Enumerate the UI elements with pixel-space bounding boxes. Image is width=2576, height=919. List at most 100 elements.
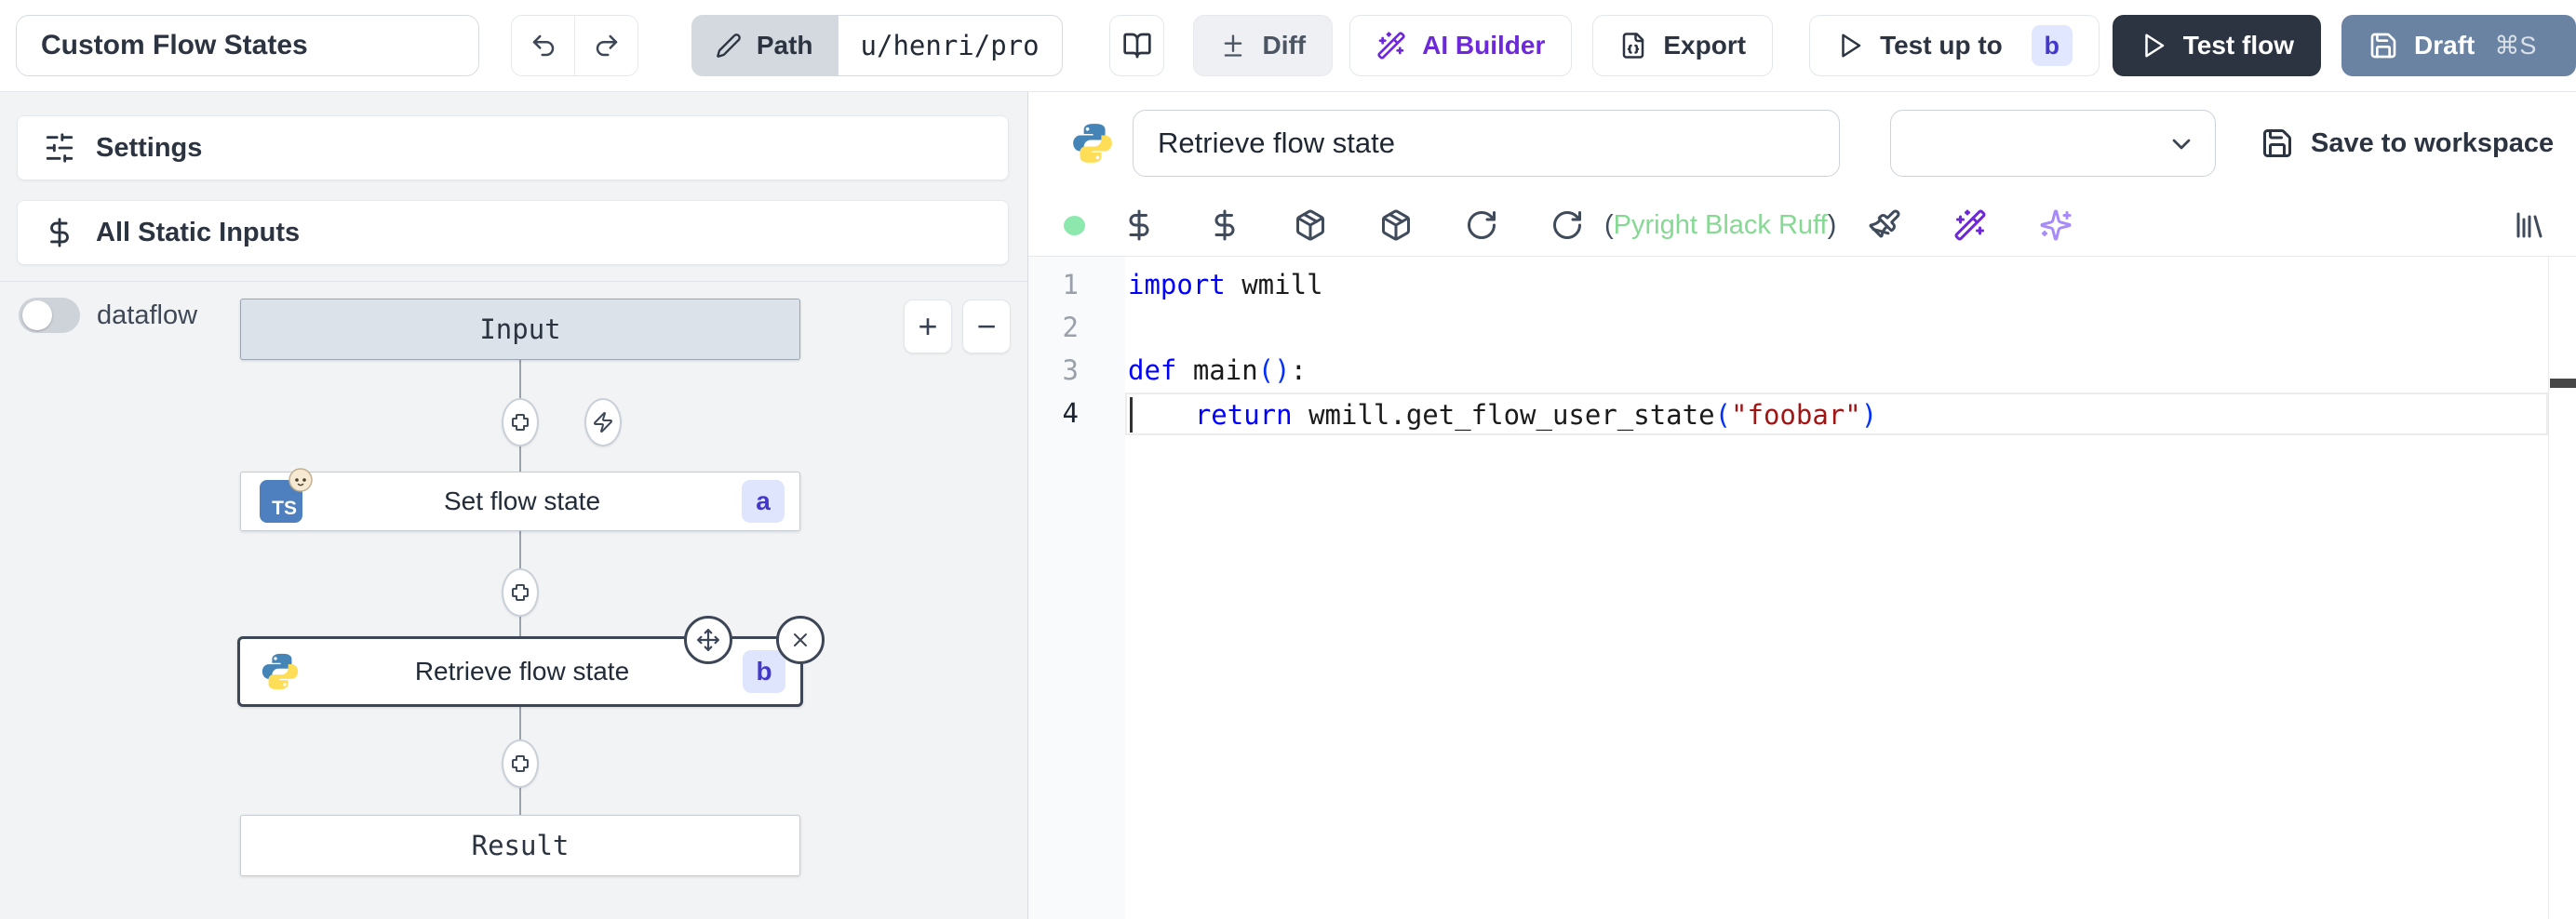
test-up-to-step-badge: b — [2032, 25, 2073, 66]
cross-icon — [509, 581, 531, 604]
sliders-icon — [44, 132, 75, 164]
insert-step-button[interactable] — [502, 568, 539, 617]
lsp-status-dot — [1064, 216, 1085, 235]
code-assistants-status: (Pyright Black Ruff) — [1604, 210, 1836, 241]
paintbrush-icon — [1868, 208, 1901, 242]
pencil-icon — [716, 33, 742, 59]
settings-card[interactable]: Settings — [17, 115, 1009, 180]
move-icon — [696, 628, 720, 652]
reload-button[interactable] — [1465, 208, 1498, 242]
step-node-a[interactable]: TS Set flow state a — [240, 472, 800, 531]
editor-scrollbar[interactable] — [2548, 257, 2576, 919]
library-icon — [2513, 208, 2546, 242]
zoom-out-button[interactable]: − — [962, 300, 1011, 353]
graph-divider — [0, 281, 1027, 282]
code-editor[interactable]: 1234 import wmilldef main(): return wmil… — [1028, 257, 2576, 919]
result-node[interactable]: Result — [240, 815, 800, 876]
zoom-in-button[interactable]: + — [904, 300, 952, 353]
bolt-icon — [592, 411, 614, 433]
insert-step-button[interactable] — [502, 739, 539, 788]
insert-step-button[interactable] — [502, 398, 539, 446]
all-static-inputs-card[interactable]: All Static Inputs — [17, 200, 1009, 265]
gutter: 1234 — [1028, 257, 1125, 919]
python-icon — [1069, 120, 1116, 166]
dollar-icon — [44, 217, 75, 248]
redo-button[interactable] — [574, 16, 637, 75]
path-button[interactable]: Path u/henri/pro — [691, 15, 1063, 76]
undo-button[interactable] — [512, 16, 574, 75]
main-area: Settings All Static Inputs dataflow + − — [0, 92, 2576, 919]
dollar-icon — [1208, 208, 1241, 242]
code-line: import wmill — [1125, 264, 2548, 307]
step-editor-panel: Save to workspace — [1028, 92, 2576, 919]
step-label: Set flow state — [302, 486, 742, 516]
chevron-down-icon — [2167, 129, 2196, 159]
file-json-icon — [1619, 32, 1647, 60]
typescript-bun-icon: TS — [260, 480, 302, 523]
play-icon — [2140, 32, 2167, 60]
ai-builder-button[interactable]: AI Builder — [1349, 15, 1572, 76]
dataflow-toggle[interactable] — [19, 298, 80, 333]
save-icon — [2368, 31, 2398, 60]
flow-graph-panel: Settings All Static Inputs dataflow + − — [0, 92, 1028, 919]
undo-icon — [530, 32, 557, 60]
add-variable-button[interactable] — [1122, 208, 1156, 242]
diff-button[interactable]: Diff — [1193, 15, 1333, 76]
wand-sparkles-icon — [1953, 208, 1987, 242]
refresh-icon — [1465, 208, 1498, 242]
ai-edit-button[interactable] — [1953, 208, 1987, 242]
move-node-button[interactable] — [684, 616, 732, 664]
dollar-icon — [1122, 208, 1156, 242]
docs-button[interactable] — [1109, 15, 1165, 76]
test-flow-button[interactable]: Test flow — [2113, 15, 2321, 76]
add-resource-button[interactable] — [1208, 208, 1241, 242]
code-line: def main(): — [1125, 350, 2548, 393]
package-icon — [1379, 208, 1413, 242]
sparkles-icon — [2039, 208, 2073, 242]
step-label: Retrieve flow state — [302, 657, 743, 686]
package-icon — [1294, 208, 1327, 242]
bun-icon — [288, 467, 314, 493]
draft-shortcut: ⌘S — [2494, 32, 2536, 60]
step-id-badge: b — [743, 650, 785, 693]
undo-redo-group — [511, 15, 638, 76]
redo-icon — [593, 32, 621, 60]
refresh-icon — [1550, 208, 1584, 242]
explore-packages-button[interactable] — [1294, 208, 1327, 242]
workspace-script-select[interactable] — [1890, 110, 2216, 177]
reset-assistant-button[interactable] — [1550, 208, 1584, 242]
library-button[interactable] — [2513, 208, 2546, 242]
toggle-knob — [22, 300, 52, 330]
flow-name-input[interactable] — [16, 15, 479, 76]
book-open-icon — [1122, 31, 1152, 60]
save-icon — [2261, 127, 2294, 160]
export-button[interactable]: Export — [1592, 15, 1773, 76]
code-line — [1125, 307, 2548, 350]
cross-icon — [509, 753, 531, 775]
x-icon — [789, 629, 812, 651]
input-node[interactable]: Input — [240, 299, 800, 360]
text-cursor — [1130, 397, 1133, 433]
diff-icon — [1220, 33, 1246, 59]
ai-sparkles-button[interactable] — [2039, 208, 2073, 242]
save-draft-button[interactable]: Draft ⌘S — [2341, 15, 2576, 76]
dataflow-label: dataflow — [97, 300, 197, 331]
play-icon — [1836, 32, 1864, 60]
format-code-button[interactable] — [1868, 208, 1901, 242]
wand-sparkles-icon — [1376, 31, 1406, 60]
top-toolbar: Path u/henri/pro Diff AI Builder — [0, 0, 2576, 92]
code-lines[interactable]: import wmilldef main(): return wmill.get… — [1125, 257, 2548, 919]
add-trigger-button[interactable] — [584, 398, 622, 446]
install-packages-button[interactable] — [1379, 208, 1413, 242]
path-value: u/henri/pro — [838, 15, 1063, 76]
step-editor-header: Save to workspace — [1028, 92, 2576, 194]
python-icon — [259, 650, 302, 693]
save-to-workspace-button[interactable]: Save to workspace — [2261, 127, 2554, 160]
test-up-to-button[interactable]: Test up to b — [1809, 15, 2100, 76]
step-name-input[interactable] — [1133, 110, 1840, 177]
editor-toolbar: (Pyright Black Ruff) — [1028, 194, 2576, 257]
flow-editor-app: Path u/henri/pro Diff AI Builder — [0, 0, 2576, 919]
overview-cursor-mark — [2550, 379, 2576, 388]
step-id-badge: a — [742, 480, 785, 523]
delete-node-button[interactable] — [776, 616, 825, 664]
